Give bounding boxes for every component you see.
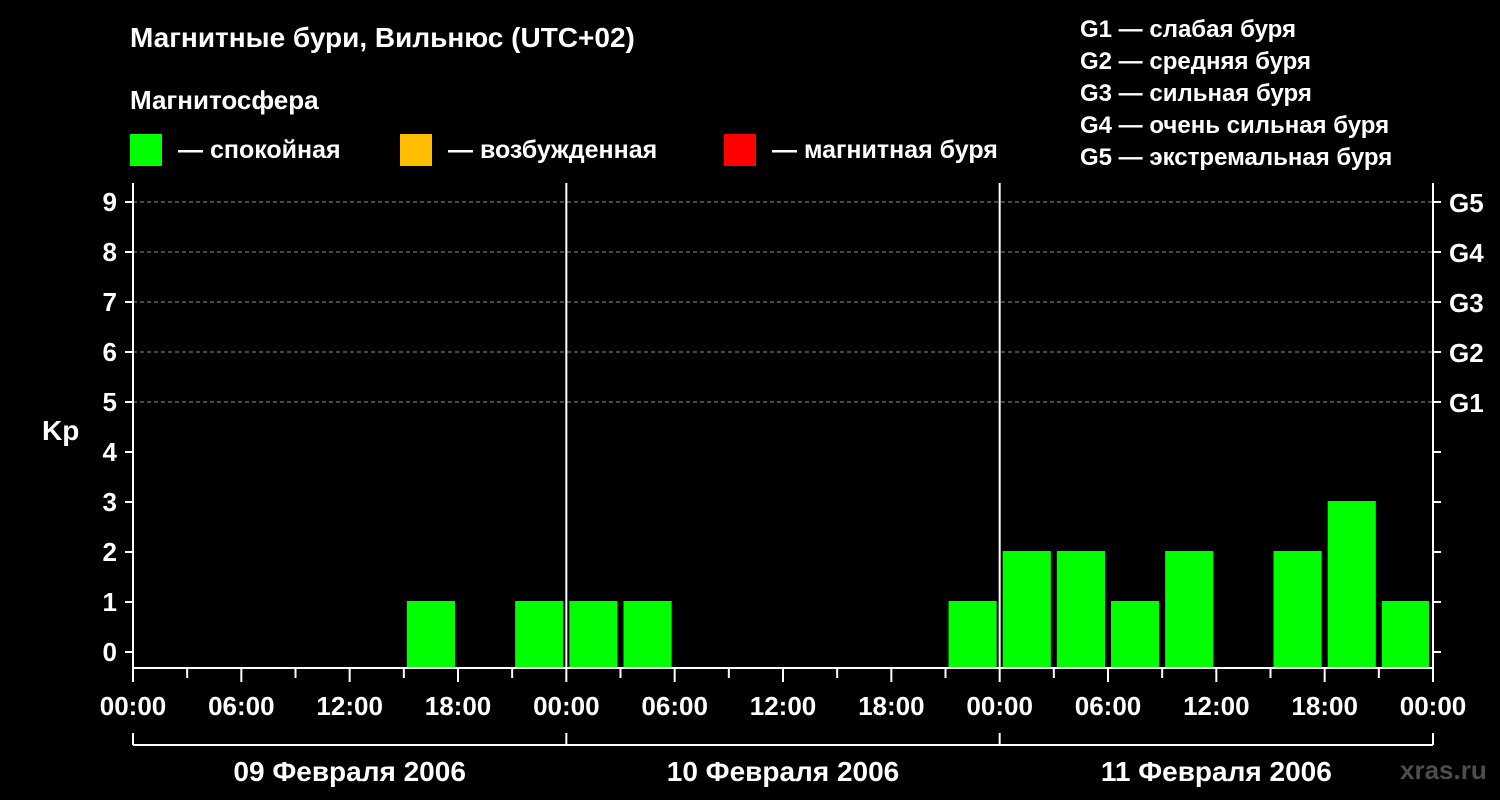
x-tick-label-4: 00:00: [533, 691, 600, 721]
y-tick-label-7: 7: [103, 287, 117, 317]
x-tick-label-12: 00:00: [1400, 691, 1467, 721]
g-axis-label-3: G3: [1449, 288, 1484, 318]
kp-bar-1: [515, 601, 564, 668]
kp-bar-7: [1111, 601, 1160, 668]
kp-bar-6: [1056, 551, 1105, 668]
x-tick-label-3: 18:00: [425, 691, 492, 721]
y-tick-label-9: 9: [103, 187, 117, 217]
y-tick-label-1: 1: [103, 587, 117, 617]
x-tick-label-10: 12:00: [1183, 691, 1250, 721]
x-tick-label-6: 12:00: [750, 691, 817, 721]
y-tick-label-3: 3: [103, 487, 117, 517]
x-tick-label-11: 18:00: [1291, 691, 1358, 721]
g-axis-label-4: G4: [1449, 238, 1484, 268]
x-tick-label-2: 12:00: [316, 691, 383, 721]
y-tick-label-5: 5: [103, 387, 117, 417]
y-tick-label-2: 2: [103, 537, 117, 567]
y-tick-label-8: 8: [103, 237, 117, 267]
x-tick-label-5: 06:00: [641, 691, 708, 721]
x-tick-label-0: 00:00: [100, 691, 167, 721]
g-axis-label-2: G2: [1449, 338, 1484, 368]
g-axis-label-5: G5: [1449, 188, 1484, 218]
x-tick-label-7: 18:00: [858, 691, 925, 721]
x-tick-label-8: 00:00: [966, 691, 1033, 721]
kp-bar-8: [1165, 551, 1214, 668]
kp-bar-0: [406, 601, 455, 668]
y-axis-label: Kp: [42, 415, 79, 446]
y-tick-label-6: 6: [103, 337, 117, 367]
kp-bar-3: [623, 601, 672, 668]
date-label-2: 11 Февраля 2006: [1101, 756, 1332, 787]
date-label-1: 10 Февраля 2006: [667, 756, 899, 787]
kp-bar-4: [948, 601, 997, 668]
y-tick-label-4: 4: [103, 437, 118, 467]
g-axis-label-1: G1: [1449, 388, 1484, 418]
watermark: xras.ru: [1400, 755, 1487, 785]
y-tick-label-0: 0: [103, 637, 117, 667]
x-tick-label-9: 06:00: [1075, 691, 1142, 721]
kp-bar-9: [1273, 551, 1322, 668]
kp-bar-5: [1002, 551, 1051, 668]
x-tick-label-1: 06:00: [208, 691, 275, 721]
kp-bar-chart: 0 1 2 3 4 5 6 7 8 9 G1 G2 G3 G4 G5 Kp 00:00 06:00 12:00 18:…: [42, 183, 1484, 787]
kp-bar-11: [1381, 601, 1429, 668]
date-label-0: 09 Февраля 2006: [233, 756, 465, 787]
kp-bar-2: [569, 601, 618, 668]
kp-bar-10: [1327, 501, 1376, 668]
